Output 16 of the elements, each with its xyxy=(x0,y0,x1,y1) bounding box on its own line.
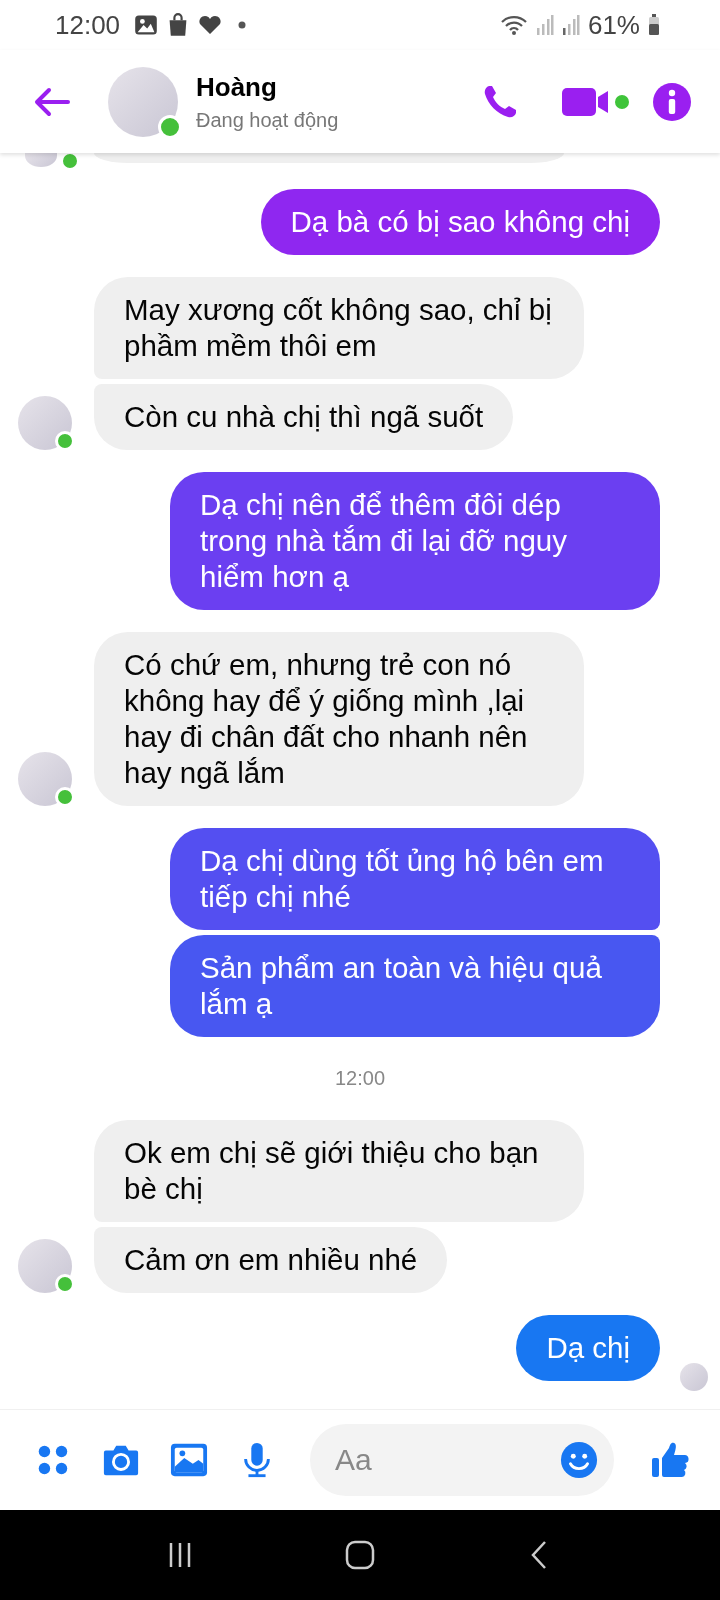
sent-message[interactable]: Dạ bà có bị sao không chị xyxy=(260,189,660,255)
timestamp: 12:00 xyxy=(334,1067,386,1090)
received-message[interactable]: Ok em chị sẽ giới thiệu cho bạn bè chị xyxy=(94,1120,584,1222)
active-status: Đang hoạt động xyxy=(196,108,339,132)
sent-message[interactable]: Dạ chị xyxy=(516,1315,660,1381)
received-message[interactable]: May xương cốt không sao, chỉ bị phầm mềm thôi em xyxy=(94,277,584,379)
contact-name: Hoàng xyxy=(196,71,278,103)
sent-message[interactable]: Dạ chị dùng tốt ủng hộ bên em tiếp chị nhé xyxy=(170,828,660,930)
received-message[interactable]: Có chứ em, nhưng trẻ con nó không hay để ý giống mình ,lại hay đi chân đất cho nhanh nên hay ngã lắm xyxy=(94,632,584,806)
message-input-field[interactable]: Aa xyxy=(310,1424,614,1496)
received-message[interactable]: Cảm ơn em nhiều nhé xyxy=(94,1227,448,1293)
sent-message[interactable]: Sản phẩm an toàn và hiệu quả lắm ạ xyxy=(170,935,660,1037)
sent-message[interactable]: Dạ chị nên để thêm đôi dép trong nhà tắm đi lại đỡ nguy hiểm hơn ạ xyxy=(170,472,660,610)
status-time: 12:00 xyxy=(55,9,121,41)
received-message[interactable]: Còn cu nhà chị thì ngã suốt xyxy=(94,384,514,450)
battery-percent: 61% xyxy=(587,9,640,41)
